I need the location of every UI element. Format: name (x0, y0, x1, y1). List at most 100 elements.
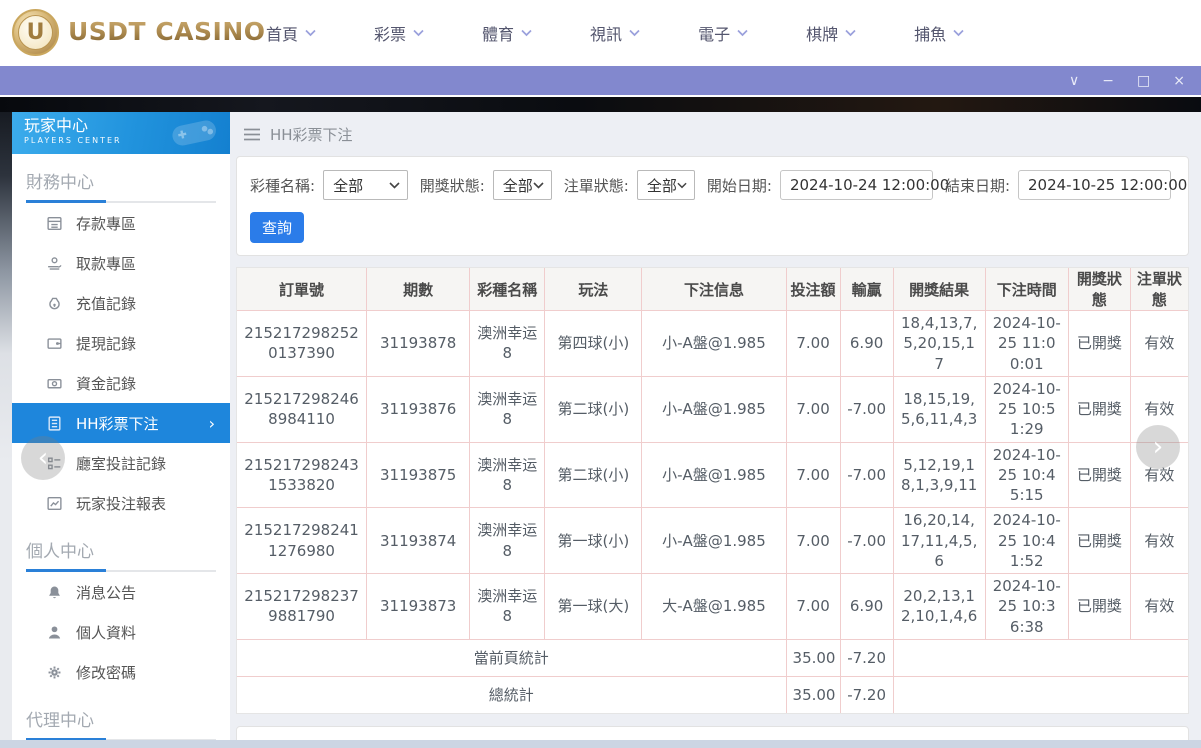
table-cell: 2024-10-25 10:45:15 (984, 441, 1069, 509)
withdraw-icon (46, 255, 63, 272)
brand-logo-letter: U (18, 15, 53, 50)
column-header: 注單狀態 (1129, 267, 1188, 311)
sidebar-item-label: 消息公告 (76, 583, 137, 602)
table-cell: 大-A盤@1.985 (641, 573, 787, 640)
minimize-button[interactable]: − (1102, 74, 1114, 88)
table-cell: 2024-10-25 10:36:38 (984, 573, 1069, 640)
nav-item-label: 首頁 (266, 25, 299, 44)
table-cell: 小-A盤@1.985 (641, 507, 787, 574)
sidebar-item-取款專區[interactable]: 取款專區 (12, 243, 230, 283)
close-button[interactable]: × (1173, 74, 1185, 88)
table-cell: 澳洲幸运8 (469, 441, 546, 509)
table-cell: 已開獎 (1067, 573, 1131, 640)
sidebar-item-充值記錄[interactable]: 充值記錄 (12, 283, 230, 323)
lottery-name-select[interactable]: 全部 (323, 170, 408, 200)
nav-item-2[interactable]: 彩票 (374, 21, 424, 45)
sidebar-item-label: 存款專區 (76, 214, 137, 233)
table-row: 2152172982411276980 31193874 澳洲幸运8 第一球(小) 小-… (237, 507, 1188, 574)
breadcrumb: HH彩票下注 (236, 112, 1189, 156)
column-header: 下注信息 (641, 267, 787, 311)
sidebar-item-修改密碼[interactable]: 修改密碼 (12, 652, 230, 692)
sidebar-item-消息公告[interactable]: 消息公告 (12, 572, 230, 612)
table-cell: 31193875 (366, 441, 471, 509)
start-date-input[interactable]: 2024-10-24 12:00:00 (779, 170, 949, 200)
nav-item-label: 電子 (698, 25, 731, 44)
column-header: 訂單號 (237, 267, 368, 311)
sidebar-item-提現記錄[interactable]: 提現記錄 (12, 323, 230, 363)
sidebar-item-label: 取款專區 (76, 254, 137, 273)
table-cell: 有效 (1129, 507, 1188, 574)
bet-report-icon (46, 495, 63, 512)
panel-next-button[interactable]: › (1136, 425, 1180, 469)
summary-row: 當前頁統計 35.00 -7.20 (237, 638, 1188, 677)
table-cell: 31193878 (366, 310, 471, 377)
top-nav: 首頁 彩票 體育 視訊 電子 棋牌 捕魚 (266, 0, 964, 66)
sidebar-item-玩家投注報表[interactable]: 玩家投注報表 (12, 483, 230, 523)
draw-status-label: 開獎狀態: (419, 176, 485, 195)
maximize-button[interactable]: □ (1137, 74, 1150, 88)
recharge-record-icon (46, 295, 63, 312)
sidebar-item-label: HH彩票下注 (76, 414, 159, 433)
lottery-name-label: 彩種名稱: (250, 176, 316, 195)
brand-logo-icon: U (12, 9, 59, 56)
table-cell: 第一球(大) (544, 573, 643, 640)
table-cell: 2024-10-25 10:51:29 (984, 375, 1069, 443)
summary-bet-total: 35.00 (785, 638, 841, 677)
start-date-label: 開始日期: (706, 176, 772, 195)
table-cell: 7.00 (785, 375, 841, 443)
table-cell: 澳洲幸运8 (469, 573, 546, 640)
nav-item-3[interactable]: 體育 (482, 21, 532, 45)
table-cell: 5,12,19,18,1,3,9,11 (892, 441, 986, 509)
table-cell: 20,2,13,12,10,1,4,6 (892, 573, 986, 640)
main-content: HH彩票下注 彩種名稱: 全部 開獎狀態: 全部 注單狀態: 全部 開始日期: … (236, 112, 1189, 748)
summary-empty (892, 638, 1188, 677)
left-edge-decoration (0, 112, 12, 748)
table-cell: -7.00 (839, 441, 894, 509)
sidebar-item-label: 資金記錄 (76, 374, 137, 393)
window-dropdown-icon[interactable]: ∨ (1069, 74, 1079, 88)
gamepad-icon (167, 112, 221, 154)
nav-item-1[interactable]: 首頁 (266, 21, 316, 45)
nav-item-4[interactable]: 視訊 (590, 21, 640, 45)
table-cell: 7.00 (785, 441, 841, 509)
table-cell: 2024-10-25 10:41:52 (984, 507, 1069, 574)
sidebar-item-個人資料[interactable]: 個人資料 (12, 612, 230, 652)
sidebar-item-存款專區[interactable]: 存款專區 (12, 203, 230, 243)
table-cell: 第二球(小) (544, 375, 643, 443)
chevron-down-icon (629, 29, 640, 37)
draw-status-value: 全部 (502, 176, 533, 195)
table-cell: 澳洲幸运8 (469, 375, 546, 443)
summary-winloss-total: -7.20 (839, 638, 894, 677)
table-cell: 澳洲幸运8 (469, 507, 546, 574)
filter-row: 彩種名稱: 全部 開獎狀態: 全部 注單狀態: 全部 開始日期: 2024-10… (250, 170, 1187, 200)
nav-item-7[interactable]: 捕魚 (914, 21, 964, 45)
order-status-select[interactable]: 全部 (636, 170, 695, 200)
sidebar-item-label: 提現記錄 (76, 334, 137, 353)
query-button[interactable]: 查詢 (250, 212, 304, 243)
sidebar-collapse-prev-button[interactable]: ‹ (21, 436, 65, 480)
draw-status-select[interactable]: 全部 (492, 170, 552, 200)
table-cell: 澳洲幸运8 (469, 310, 546, 377)
nav-item-5[interactable]: 電子 (698, 21, 748, 45)
column-header: 開獎狀態 (1067, 267, 1131, 311)
chevron-down-icon (953, 29, 964, 37)
table-cell: 31193873 (366, 573, 471, 640)
table-cell: 小-A盤@1.985 (641, 441, 787, 509)
table-cell: 2152172982379881790 (237, 573, 368, 640)
table-cell: 7.00 (785, 573, 841, 640)
column-header: 彩種名稱 (469, 267, 546, 311)
table-cell: 2152172982468984110 (237, 375, 368, 443)
top-header: U USDT CASINO 首頁 彩票 體育 視訊 電子 棋牌 捕魚 (0, 0, 1201, 66)
table-cell: 31193876 (366, 375, 471, 443)
table-cell: 有效 (1129, 573, 1188, 640)
brand-name: USDT CASINO (68, 17, 266, 46)
nav-item-6[interactable]: 棋牌 (806, 21, 856, 45)
table-cell: 16,20,14,17,11,4,5,6 (892, 507, 986, 574)
nav-item-label: 捕魚 (914, 25, 947, 44)
hamburger-menu-icon[interactable] (244, 128, 260, 141)
sidebar-item-資金記錄[interactable]: 資金記錄 (12, 363, 230, 403)
end-date-input[interactable]: 2024-10-25 12:00:00 (1018, 170, 1187, 200)
bets-table: 訂單號 期數 彩種名稱 玩法 下注信息 投注額 輸贏 開獎結果 下注時間 開獎狀態 注單狀態 2152… (237, 267, 1188, 713)
table-header-row: 訂單號 期數 彩種名稱 玩法 下注信息 投注額 輸贏 開獎結果 下注時間 開獎狀態 注單狀態 (237, 267, 1188, 311)
table-cell: 2024-10-25 11:00:01 (984, 310, 1069, 377)
